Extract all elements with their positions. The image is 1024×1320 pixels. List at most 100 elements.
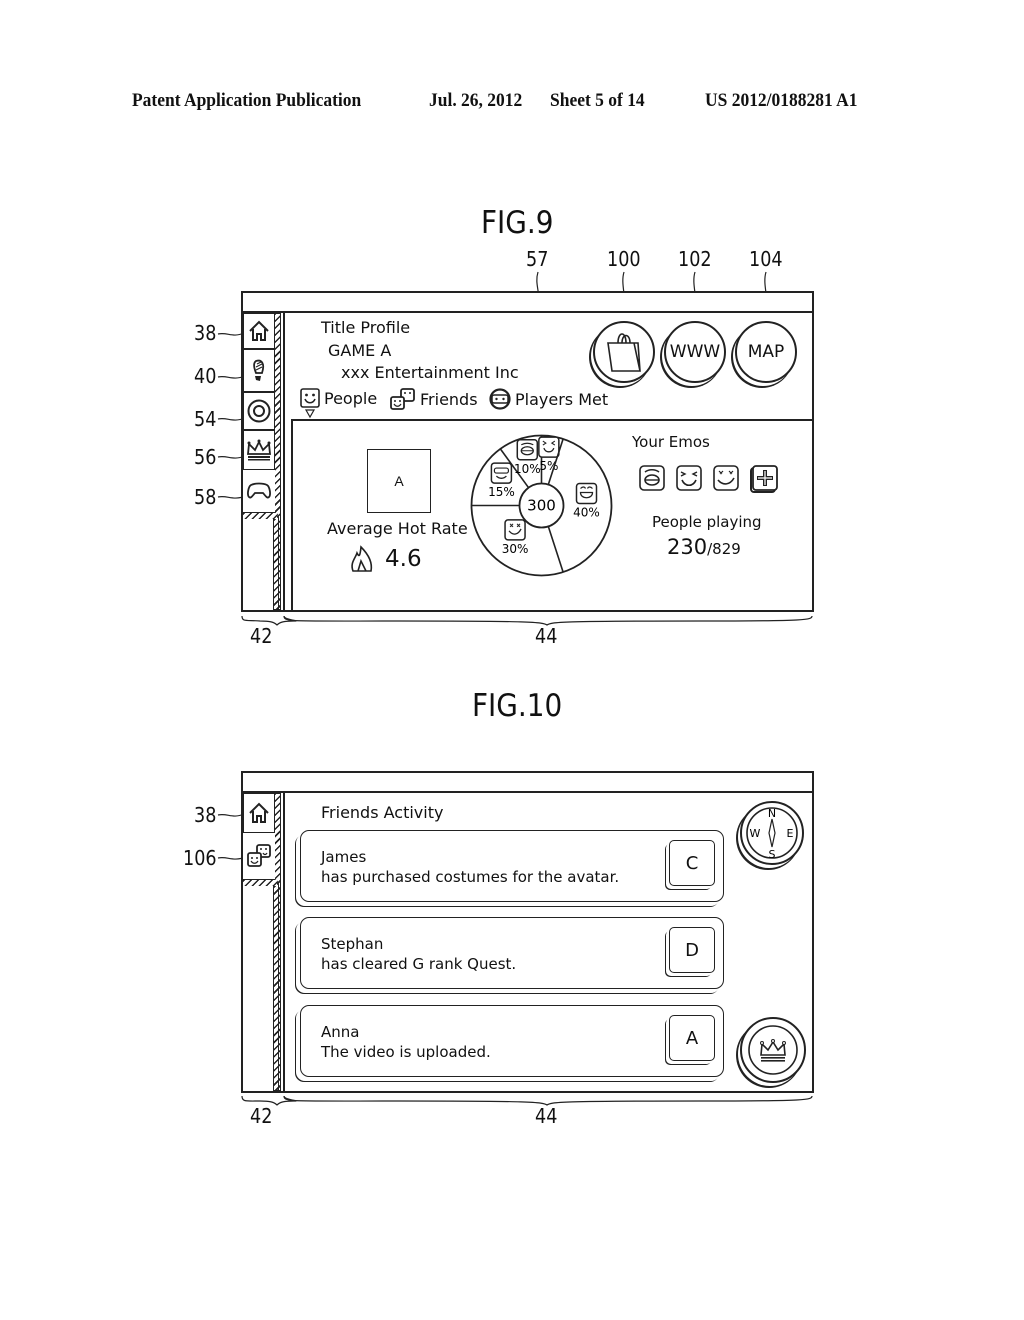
home-icon — [249, 802, 269, 823]
pie-slice-label: 10% — [514, 462, 541, 476]
compass-north: N — [768, 807, 776, 820]
happy-emo-icon[interactable] — [713, 465, 739, 491]
activity-friend-name: Anna — [321, 1023, 360, 1041]
map-button-label: MAP — [747, 342, 785, 362]
activity-thumbnail-label: C — [685, 852, 699, 874]
compass-button[interactable]: N S E W — [740, 801, 804, 865]
activity-card[interactable]: Anna The video is uploaded. A — [300, 1005, 724, 1077]
store-button[interactable] — [593, 321, 655, 383]
activity-description: has cleared G rank Quest. — [321, 955, 517, 973]
compass-icon: N S E W — [746, 807, 798, 861]
home-icon — [249, 320, 269, 341]
compass-south: S — [769, 848, 776, 861]
sidebar-tab-disc[interactable] — [243, 392, 275, 430]
sidebar-tab-game-selected[interactable] — [243, 470, 275, 512]
flame-icon — [351, 545, 373, 572]
ref-54: 54 — [194, 407, 217, 431]
ref-42-fig10: 42 — [250, 1104, 273, 1128]
map-button[interactable]: MAP — [735, 321, 797, 383]
tab-friends[interactable]: Friends — [390, 388, 478, 410]
hot-rate-value: 4.6 — [385, 546, 422, 572]
fig10-screen: Friends Activity N S E W James has purch… — [241, 771, 814, 1093]
pie-slice-label: 30% — [502, 542, 529, 556]
ref-58: 58 — [194, 485, 217, 509]
game-title: GAME A — [328, 341, 392, 360]
activity-thumbnail-button[interactable]: D — [669, 927, 715, 973]
pie-slice-squinting-icon — [538, 436, 560, 458]
tab-players-met[interactable]: Players Met — [489, 388, 608, 410]
activity-card[interactable]: James has purchased costumes for the ava… — [300, 830, 724, 902]
game-thumbnail-label: A — [394, 473, 404, 489]
pie-slice-grinning-icon — [516, 439, 539, 461]
pie-slice-happy-icon — [504, 519, 526, 541]
disc-icon — [247, 399, 271, 423]
your-emos-label: Your Emos — [632, 433, 710, 451]
sidebar-tab-crown[interactable] — [243, 430, 275, 470]
people-playing-current: 230 — [667, 535, 708, 559]
pie-slice-cool-icon — [490, 462, 513, 484]
title-profile-heading: Title Profile — [321, 318, 411, 337]
people-playing-label: People playing — [652, 513, 762, 531]
sidebar-empty-area — [243, 512, 279, 610]
ref-38: 38 — [194, 321, 217, 345]
activity-card[interactable]: Stephan has cleared G rank Quest. D — [300, 917, 724, 989]
emotion-pie-chart: 5%40%30%15%10%300 — [470, 434, 613, 577]
friends-faces-icon — [247, 844, 271, 867]
activity-description: The video is uploaded. — [321, 1043, 491, 1061]
shopping-bag-icon — [607, 333, 641, 372]
tab-people-label: People — [324, 388, 378, 408]
tab-friends-label: Friends — [420, 389, 478, 409]
squinting-emo-icon[interactable] — [676, 465, 702, 491]
www-button[interactable]: WWW — [664, 321, 726, 383]
tab-players-met-label: Players Met — [515, 389, 609, 409]
ref-44: 44 — [535, 624, 558, 648]
sidebar-shade — [243, 513, 277, 519]
smiley-face-icon — [300, 388, 320, 408]
friends-activity-heading: Friends Activity — [321, 803, 444, 822]
ranking-button[interactable] — [740, 1017, 806, 1083]
activity-thumbnail-button[interactable]: A — [669, 1015, 715, 1061]
people-playing-count: 230/829 — [667, 535, 741, 559]
compass-east: E — [787, 827, 794, 840]
masked-face-icon — [489, 388, 511, 410]
ref-40: 40 — [194, 364, 217, 388]
add-emo-icon[interactable] — [750, 465, 778, 493]
divider — [283, 313, 285, 610]
pie-slice-label: 15% — [488, 485, 515, 499]
tab-people[interactable]: People — [300, 388, 377, 408]
sidebar-tab-home[interactable] — [243, 313, 275, 349]
people-playing-total: /829 — [707, 540, 741, 558]
ref-56: 56 — [194, 445, 217, 469]
game-thumbnail: A — [367, 449, 431, 513]
activity-friend-name: James — [321, 848, 367, 866]
activity-thumbnail-label: A — [685, 1027, 699, 1049]
pie-slice-laughing-icon — [575, 482, 598, 505]
gamepad-icon — [247, 482, 271, 499]
sidebar-tab-friends-selected[interactable] — [243, 833, 275, 879]
pie-slice-label: 40% — [573, 506, 600, 520]
activity-friend-name: Stephan — [321, 935, 384, 953]
sidebar-tab-home[interactable] — [243, 793, 275, 833]
ref-42: 42 — [250, 624, 273, 648]
ref-44-fig10: 44 — [535, 1104, 558, 1128]
top-bar — [243, 773, 812, 793]
sidebar-tab-footprint[interactable] — [243, 349, 275, 392]
hot-rate: 4.6 — [349, 545, 422, 573]
publisher-name: xxx Entertainment Inc — [341, 363, 519, 382]
ref-38-fig10: 38 — [194, 803, 217, 827]
divider — [283, 793, 285, 1091]
top-bar — [243, 293, 812, 313]
activity-thumbnail-button[interactable]: C — [669, 840, 715, 886]
selected-tab-indicator — [304, 409, 316, 419]
pie-total-label: 300 — [527, 497, 556, 515]
sidebar-shade — [243, 880, 277, 886]
hot-rate-label: Average Hot Rate — [327, 519, 468, 538]
ref-106: 106 — [183, 846, 217, 870]
activity-thumbnail-label: D — [685, 939, 699, 961]
crown-icon — [247, 439, 271, 461]
footprint-icon — [253, 359, 265, 381]
grinning-emo-icon[interactable] — [639, 465, 665, 491]
crown-icon — [748, 1025, 798, 1075]
fig9-screen: Title Profile GAME A xxx Entertainment I… — [241, 291, 814, 612]
www-button-label: WWW — [669, 342, 721, 362]
